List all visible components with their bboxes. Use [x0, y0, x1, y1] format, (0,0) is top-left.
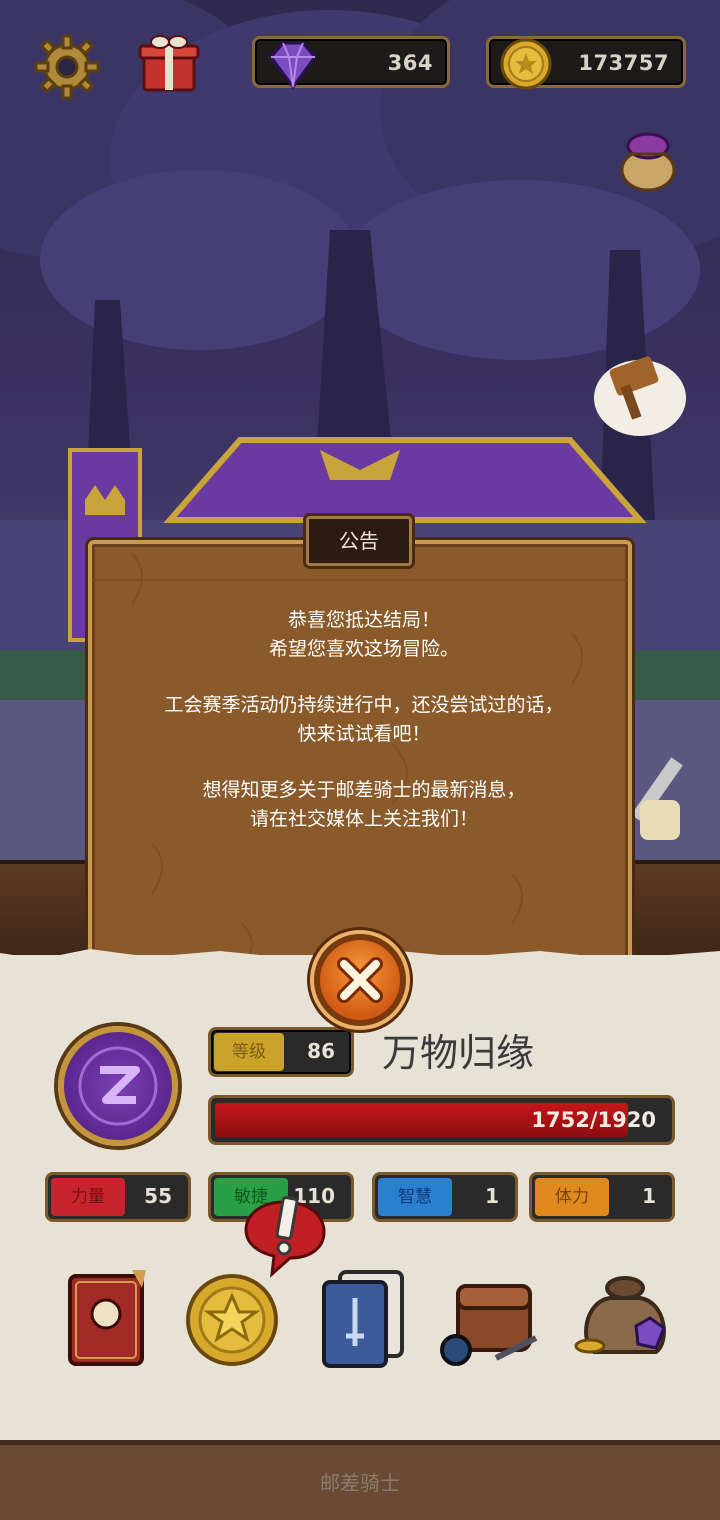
gold-coin-icon — [500, 38, 552, 90]
level-label: 等级 — [214, 1033, 284, 1071]
notice-dialog: 恭喜您抵达结局！ 希望您喜欢这场冒险。 工会赛季活动仍持续进行中，还没尝试过的话… — [88, 540, 632, 980]
notice-line: 快来试试看吧！ — [297, 723, 431, 745]
stat-wisdom: 智慧 1 — [372, 1172, 518, 1222]
level-badge: 等级 86 — [208, 1027, 354, 1077]
guild-emblem-icon — [78, 1046, 158, 1126]
dialog-title: 公告 — [339, 529, 379, 553]
gold-star-coin-icon[interactable] — [180, 1262, 290, 1372]
gem-counter: 364 — [252, 36, 450, 90]
stat-value: 55 — [144, 1184, 172, 1208]
gem-count: 364 — [387, 51, 433, 75]
inventory-bag-icon[interactable] — [436, 1262, 546, 1372]
player-name: 万物归缘 — [382, 1031, 535, 1075]
treasure-sack-icon[interactable] — [612, 124, 682, 194]
stat-value: 1 — [485, 1184, 499, 1208]
footer-title: 邮差骑士 — [320, 1471, 400, 1495]
hp-text: 1752/1920 — [531, 1108, 656, 1132]
stat-label: 力量 — [51, 1178, 125, 1216]
stat-label: 体力 — [535, 1178, 609, 1216]
close-x-icon — [337, 957, 383, 1003]
hp-bar: 1752/1920 — [208, 1095, 675, 1145]
quest-book-icon[interactable] — [54, 1262, 164, 1372]
notice-line: 请在社交媒体上关注我们！ — [249, 808, 478, 830]
treasure-loot-icon[interactable] — [570, 1262, 680, 1372]
alert-bubble-icon — [244, 1196, 326, 1278]
notice-line: 想得知更多关于邮差骑士的最新消息， — [202, 779, 526, 801]
close-button[interactable] — [314, 934, 406, 1026]
stat-value: 1 — [642, 1184, 656, 1208]
footer-bar: 邮差骑士 — [0, 1440, 720, 1520]
gear-icon[interactable] — [32, 32, 102, 102]
stat-stamina: 体力 1 — [529, 1172, 675, 1222]
stat-strength: 力量 55 — [45, 1172, 191, 1222]
dialog-title-plate: 公告 — [306, 516, 412, 566]
purple-gem-icon — [269, 41, 317, 90]
notice-line: 恭喜您抵达结局！ — [287, 609, 440, 631]
stat-label: 智慧 — [378, 1178, 452, 1216]
notice-line: 希望您喜欢这场冒险。 — [268, 638, 459, 660]
level-value: 86 — [307, 1039, 335, 1063]
guild-emblem-avatar[interactable] — [58, 1026, 178, 1146]
gift-icon[interactable] — [134, 28, 204, 98]
coin-counter: 173757 — [486, 36, 686, 90]
card-deck-icon[interactable] — [310, 1262, 420, 1372]
notice-line: 工会赛季活动仍持续进行中，还没尝试过的话， — [164, 694, 564, 716]
coin-count: 173757 — [578, 51, 669, 75]
